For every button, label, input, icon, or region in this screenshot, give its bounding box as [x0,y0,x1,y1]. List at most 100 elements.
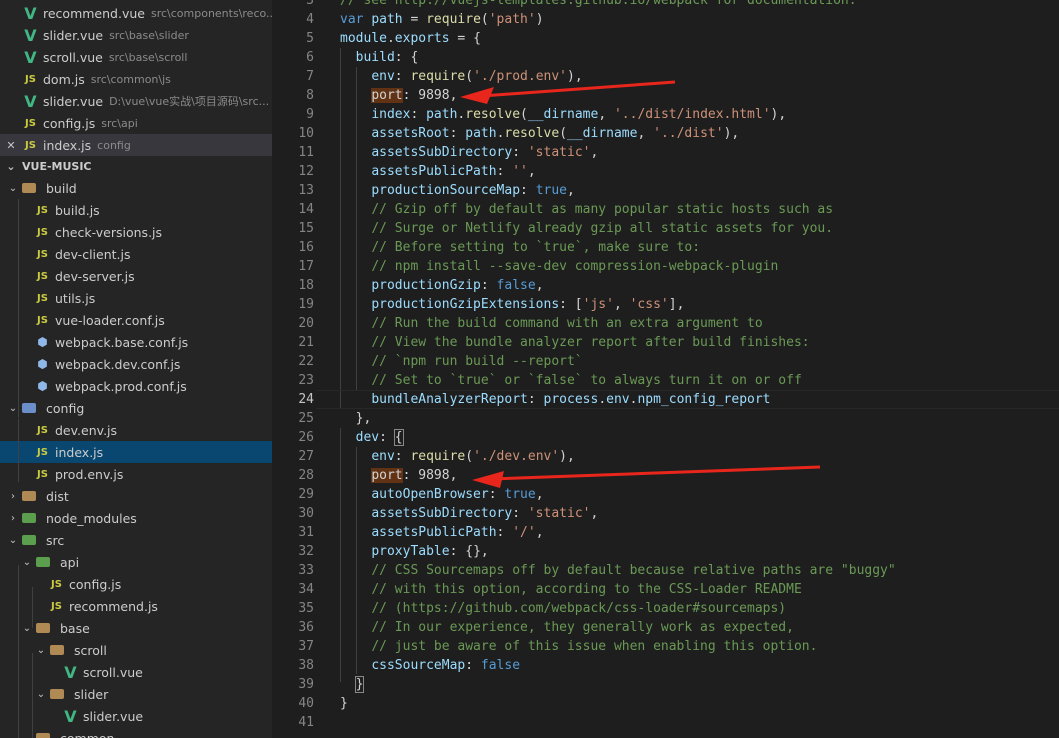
code-line[interactable]: bundleAnalyzerReport: process.env.npm_co… [340,390,770,409]
tree-item-scroll[interactable]: ⌄ scroll [0,639,272,661]
code-line[interactable]: // (https://github.com/webpack/css-loade… [340,599,786,618]
tree-indent-guide [18,565,19,738]
code-line[interactable]: dev: { [340,428,404,447]
tree-item-utils-js[interactable]: JS utils.js [0,287,272,309]
tree-item-recommend-js[interactable]: JS recommend.js [0,595,272,617]
tree-item-node-modules[interactable]: › node_modules [0,507,272,529]
open-editor-item[interactable]: Vrecommend.vue src\components\reco... [0,2,272,24]
code-line[interactable]: autoOpenBrowser: true, [340,485,543,504]
code-line[interactable]: cssSourceMap: false [340,656,520,675]
code-line[interactable]: // just be aware of this issue when enab… [340,637,817,656]
code-line[interactable]: assetsSubDirectory: 'static', [340,143,598,162]
tree-item-check-versions-js[interactable]: JS check-versions.js [0,221,272,243]
tree-item-common[interactable]: ⌄ common [0,727,272,738]
code-line[interactable]: // Run the build command with an extra a… [340,314,762,333]
code-line[interactable]: // In our experience, they generally wor… [340,618,794,637]
tree-item-config[interactable]: ⌄ config [0,397,272,419]
code-line[interactable]: // CSS Sourcemaps off by default because… [340,561,895,580]
code-token: ( [520,107,528,122]
folder-icon [50,689,64,699]
code-line[interactable]: productionGzipExtensions: ['js', 'css'], [340,295,684,314]
open-editor-path: src\base\slider [109,28,189,42]
open-editor-item[interactable]: JS dom.js src\common\js [0,68,272,90]
tree-item-slider-vue[interactable]: Vslider.vue [0,705,272,727]
vue-file-icon: V [24,47,37,67]
code-line[interactable]: index: path.resolve(__dirname, '../dist/… [340,105,786,124]
tree-item-dev-client-js[interactable]: JS dev-client.js [0,243,272,265]
code-token: : [394,69,411,84]
tree-item-base[interactable]: ⌄ base [0,617,272,639]
code-token: path [371,12,403,27]
code-token: port [371,468,403,483]
js-file-icon: JS [37,424,48,436]
code-line[interactable]: assetsRoot: path.resolve(__dirname, '../… [340,124,739,143]
code-line[interactable]: } [340,675,365,694]
tree-item-build-js[interactable]: JS build.js [0,199,272,221]
chevron-down-icon: ⌄ [8,534,18,546]
project-header[interactable]: ⌄ VUE-MUSIC [0,155,272,177]
tree-item-webpack-prod-conf-js[interactable]: ⬢ webpack.prod.conf.js [0,375,272,397]
tree-item-dist[interactable]: › dist [0,485,272,507]
code-line[interactable]: // Before setting to `true`, make sure t… [340,238,700,257]
tree-item-build[interactable]: ⌄ build [0,177,272,199]
code-line[interactable]: port: 9898, [340,86,457,105]
open-editor-item[interactable]: JS config.js src\api [0,112,272,134]
code-line[interactable]: var path = require('path') [340,10,544,29]
code-editor[interactable]: 3 // see http://vuejs-templates.github.io… [272,0,1059,738]
code-line[interactable]: build: { [340,48,419,67]
code-token: productionGzip [371,278,481,293]
tree-item-webpack-dev-conf-js[interactable]: ⬢ webpack.dev.conf.js [0,353,272,375]
code-line[interactable]: env: require('./dev.env'), [340,447,575,466]
open-editor-item[interactable]: Vslider.vue src\base\slider [0,24,272,46]
tree-item-prod-env-js[interactable]: JS prod.env.js [0,463,272,485]
tree-item-index-js[interactable]: JS index.js [0,441,272,463]
line-number: 15 [298,221,314,236]
tree-item-api[interactable]: ⌄ api [0,551,272,573]
code-token: 'static' [527,145,591,160]
code-token: resolve [465,107,521,122]
code-line[interactable]: assetsPublicPath: '', [340,162,535,181]
tree-item-dev-env-js[interactable]: JS dev.env.js [0,419,272,441]
code-line[interactable]: productionGzip: false, [340,276,543,295]
code-line[interactable]: productionSourceMap: true, [340,181,575,200]
code-token: // just be aware of this issue when enab… [371,639,818,654]
close-icon[interactable]: ✕ [0,139,22,152]
code-line[interactable]: port: 9898, [340,466,457,485]
code-line[interactable]: } [340,694,348,713]
code-line[interactable]: // View the bundle analyzer report after… [340,333,810,352]
code-line[interactable]: assetsSubDirectory: 'static', [340,504,598,523]
vue-file-icon: V [24,25,37,45]
tree-item-config-js[interactable]: JS config.js [0,573,272,595]
code-token: , [567,183,575,198]
tree-item-label: slider [74,686,109,702]
code-line[interactable]: module.exports = { [340,29,481,48]
tree-item-webpack-base-conf-js[interactable]: ⬢ webpack.base.conf.js [0,331,272,353]
tree-item-src[interactable]: ⌄ src [0,529,272,551]
tree-item-label: build [46,180,77,196]
open-editor-item[interactable]: Vslider.vue D:\vue\vue实战\项目源码\src... [0,90,272,112]
tree-item-slider[interactable]: ⌄ slider [0,683,272,705]
code-line[interactable]: assetsPublicPath: '/', [340,523,543,542]
tree-item-scroll-vue[interactable]: Vscroll.vue [0,661,272,683]
tree-item-vue-loader-conf-js[interactable]: JS vue-loader.conf.js [0,309,272,331]
open-editor-item[interactable]: Vscroll.vue src\base\scroll [0,46,272,68]
code-line[interactable]: // Gzip off by default as many popular s… [340,200,833,219]
code-token: // View the bundle analyzer report after… [371,335,810,350]
open-editor-path: config [97,138,131,152]
code-line[interactable]: // Set to `true` or `false` to always tu… [340,371,801,390]
code-line[interactable]: proxyTable: {}, [340,542,488,561]
code-token: ), [723,126,740,141]
code-line[interactable]: // npm install --save-dev compression-we… [340,257,778,276]
code-line[interactable]: }, [340,409,372,428]
open-editor-item[interactable]: ✕ JS index.js config [0,134,272,156]
code-line[interactable]: // `npm run build --report` [340,352,582,371]
code-line[interactable]: env: require('./prod.env'), [340,67,582,86]
code-line[interactable]: // see http://vuejs-templates.github.io/… [340,0,857,10]
code-line[interactable]: // with this option, according to the CS… [340,580,801,599]
code-line[interactable]: // Surge or Netlify already gzip all sta… [340,219,833,238]
tree-item-dev-server-js[interactable]: JS dev-server.js [0,265,272,287]
code-token: 'path' [488,12,536,27]
